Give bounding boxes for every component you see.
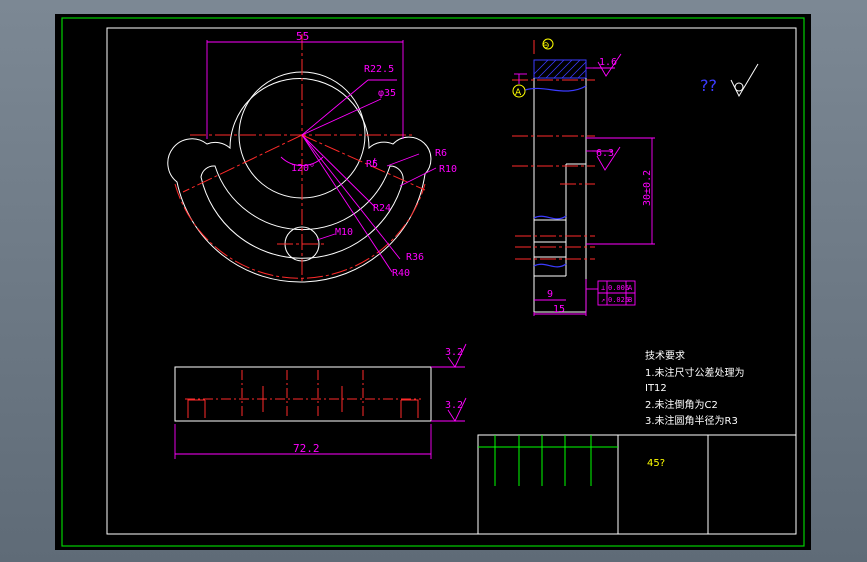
general-finish-text: ?? (700, 76, 717, 95)
outer-frame (61, 17, 805, 547)
notes-line-1: 1.未注尺寸公差处理为 (645, 366, 745, 379)
technical-notes: 技术要求 1.未注尺寸公差处理为 IT12 2.未注倒角为C2 3.未注圆角半径… (645, 349, 745, 427)
tol2-datum: B (628, 296, 632, 304)
side-dim-9: 9 (547, 289, 553, 300)
bottom-finish-2: 3.2 (445, 400, 463, 411)
side-datum-label: A (515, 88, 522, 98)
side-centerlines (512, 40, 595, 260)
side-finish-mid: 6.3 (596, 148, 614, 159)
tol1-value: 0.005 (608, 284, 629, 292)
dim-r10: R10 (439, 164, 457, 175)
tol1-datum: A (628, 284, 633, 292)
side-top-marker-text: ⊖ (542, 41, 550, 51)
side-dim-15: 15 (553, 304, 565, 315)
dim-angle: 120° (291, 163, 315, 174)
dim-r6: R6 (435, 148, 447, 159)
general-finish-circle (734, 82, 744, 92)
side-hatch-lines (533, 59, 587, 79)
title-block-frame (477, 434, 797, 535)
dim-r-hub: R22.5 (364, 64, 394, 75)
bottom-hidden-lines (185, 370, 421, 418)
side-dim-height: 30±0.2 (642, 170, 653, 206)
notes-line-2: IT12 (645, 383, 667, 394)
notes-title: 技术要求 (645, 349, 685, 362)
cad-drawing: 55 R22.5 φ35 R6 R10 R5 120° R24 M10 R36 … (61, 17, 805, 547)
notes-line-3: 2.未注倒角为C2 (645, 398, 718, 411)
dim-r24: R24 (373, 203, 391, 214)
title-block: 45? (477, 434, 797, 535)
bottom-hole-lines (187, 386, 419, 418)
front-view: 55 R22.5 φ35 R6 R10 R5 120° R24 M10 R36 … (167, 30, 457, 284)
dim-width: 55 (296, 30, 309, 43)
side-finish-top: 1.6 (599, 57, 617, 68)
dim-bore: φ35 (378, 88, 396, 99)
tol2-symbol: ↗ (601, 296, 605, 304)
dim-m10: M10 (335, 227, 353, 238)
bottom-finish-1: 3.2 (445, 347, 463, 358)
side-view: A ⊖ 1.6 6.3 30±0.2 9 15 ⊥ 0.005 A ↗ 0.02… (512, 38, 655, 316)
bottom-finish-marks (174, 343, 467, 459)
dim-r5: R5 (366, 159, 378, 170)
notes-line-4: 3.未注圆角半径为R3 (645, 414, 738, 427)
dim-r36: R36 (406, 252, 424, 263)
side-outline (533, 78, 587, 313)
drawing-canvas[interactable]: 55 R22.5 φ35 R6 R10 R5 120° R24 M10 R36 … (55, 14, 811, 550)
title-part-name: 45? (647, 458, 665, 469)
tol2-value: 0.025 (608, 296, 629, 304)
inner-border (106, 27, 797, 535)
bottom-view: 3.2 3.2 72.2 (174, 343, 467, 459)
bottom-dim-length: 72.2 (293, 442, 320, 455)
bottom-outline (174, 366, 432, 422)
side-dimension-lines (514, 53, 655, 316)
side-hatch-box (533, 59, 587, 79)
title-block-table (478, 435, 618, 486)
general-finish: ?? (700, 63, 759, 98)
tol1-symbol: ⊥ (601, 284, 605, 292)
general-finish-check (730, 63, 759, 98)
dim-r40: R40 (392, 268, 410, 279)
